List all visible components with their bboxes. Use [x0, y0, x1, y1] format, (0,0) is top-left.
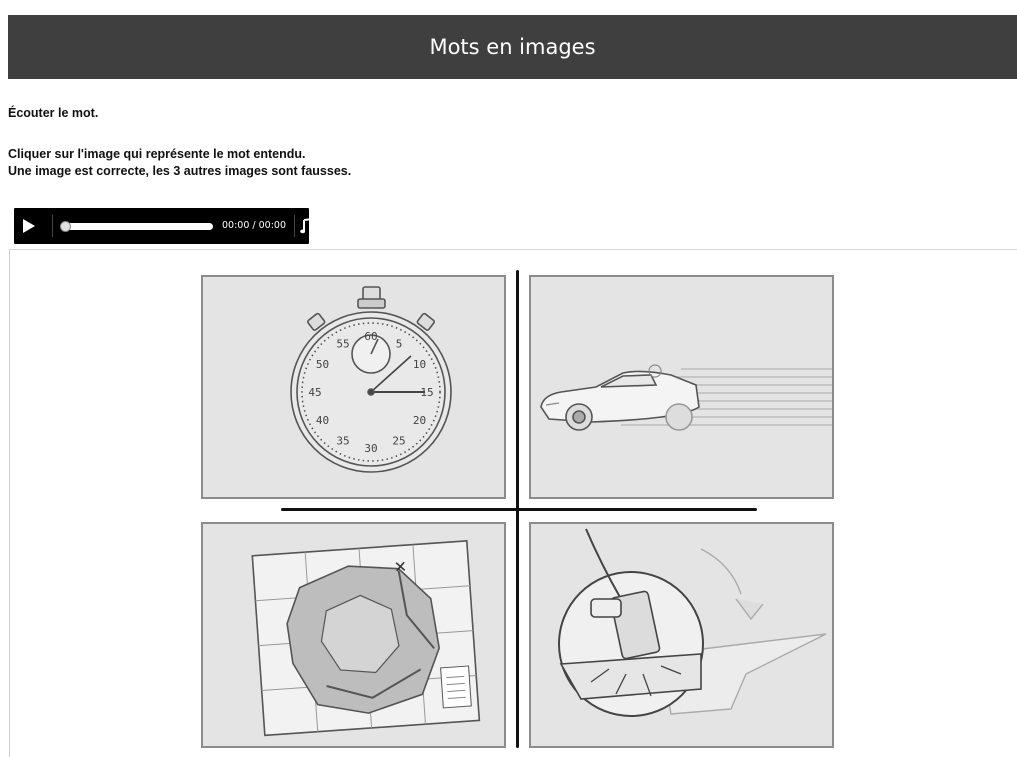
dial-label: 25 [392, 435, 405, 448]
audio-player: 00:00 / 00:00 [14, 208, 314, 244]
player-divider [294, 215, 295, 237]
instruction-listen: Écouter le mot. [8, 106, 99, 120]
option-speeding-car[interactable] [529, 275, 834, 499]
map-illustration [251, 539, 481, 737]
option-city-map[interactable] [201, 522, 506, 748]
dial-label: 20 [413, 414, 426, 427]
page-title: Mots en images [429, 35, 596, 59]
dial-label: 10 [413, 358, 426, 371]
audio-progress-track[interactable] [60, 221, 213, 232]
dial-label: 50 [316, 358, 329, 371]
instruction-rule: Une image est correcte, les 3 autres ima… [8, 164, 352, 178]
dial-label: 55 [336, 338, 349, 351]
image-choice-area: 60 5 10 15 20 25 30 35 40 45 50 55 [9, 249, 1017, 757]
audio-time: 00:00 / 00:00 [222, 220, 286, 231]
music-note-icon[interactable] [300, 218, 314, 234]
dial-label: 30 [364, 442, 377, 455]
forge-illustration [558, 528, 827, 717]
dial-label: 60 [364, 330, 377, 343]
dial-label: 15 [420, 386, 433, 399]
horizontal-divider [281, 508, 757, 511]
play-icon[interactable] [22, 218, 36, 234]
dial-label: 35 [336, 435, 349, 448]
dial-label: 45 [308, 386, 321, 399]
option-stopwatch[interactable]: 60 5 10 15 20 25 30 35 40 45 50 55 [201, 275, 506, 499]
dial-label: 40 [316, 414, 329, 427]
instruction-click: Cliquer sur l'image qui représente le mo… [8, 147, 306, 161]
stopwatch-illustration: 60 5 10 15 20 25 30 35 40 45 50 55 [290, 286, 452, 473]
audio-progress-knob[interactable] [60, 221, 71, 232]
page-header: Mots en images [8, 15, 1017, 79]
option-hammer-anvil[interactable] [529, 522, 834, 748]
player-divider [52, 215, 53, 237]
dial-label: 5 [396, 338, 403, 351]
car-illustration [540, 364, 832, 431]
